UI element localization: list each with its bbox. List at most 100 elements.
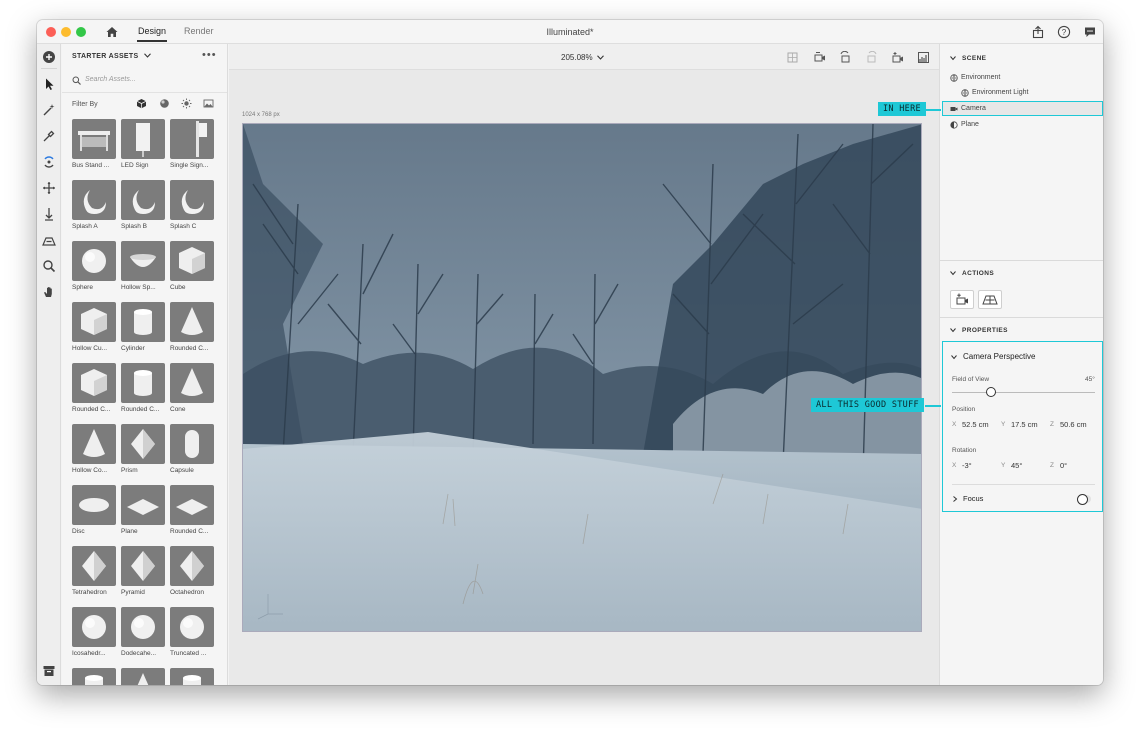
asset-thumbnail	[121, 119, 165, 159]
asset-tile[interactable]: Pyramid	[121, 546, 165, 596]
pan-move-icon[interactable]	[42, 181, 56, 195]
chevron-down-icon[interactable]	[950, 270, 956, 276]
select-tool-icon[interactable]	[42, 77, 56, 91]
divider	[940, 260, 1103, 261]
rotation-x-field[interactable]: -3°	[962, 461, 972, 470]
position-y-field[interactable]: 17.5 cm	[1011, 420, 1038, 429]
asset-label: Splash B	[121, 223, 148, 230]
asset-thumbnail	[72, 363, 116, 403]
asset-thumbnail	[170, 363, 214, 403]
asset-tile[interactable]: Hollow Sp...	[121, 241, 165, 291]
filter-lights-icon[interactable]	[181, 98, 192, 109]
undo-camera-icon[interactable]	[839, 51, 852, 64]
assets-header[interactable]: STARTER ASSETS	[72, 53, 151, 60]
dolly-icon[interactable]	[42, 207, 56, 221]
ground-plane-action-button[interactable]	[978, 290, 1002, 309]
actions-section-title[interactable]: ACTIONS	[962, 270, 994, 277]
magic-wand-icon[interactable]	[42, 103, 56, 117]
position-x-field[interactable]: 52.5 cm	[962, 420, 989, 429]
add-camera-icon[interactable]	[891, 51, 904, 64]
chevron-down-icon[interactable]	[951, 354, 957, 360]
asset-tile[interactable]: Truncated ...	[170, 607, 214, 657]
camera-bookmark-icon[interactable]	[813, 51, 826, 64]
asset-tile[interactable]: Single Sign...	[170, 119, 214, 169]
more-options-button[interactable]: •••	[202, 49, 217, 61]
asset-label: Bus Stand ...	[72, 162, 110, 169]
scene-section-title[interactable]: SCENE	[962, 55, 986, 62]
archive-icon[interactable]	[42, 664, 56, 678]
ground-plane-icon[interactable]	[42, 233, 56, 247]
feedback-icon[interactable]	[1083, 25, 1097, 39]
focus-toggle[interactable]	[1077, 494, 1091, 505]
asset-tile[interactable]: Disc	[72, 485, 116, 535]
filter-materials-icon[interactable]	[159, 98, 170, 109]
asset-tile[interactable]: Rounded C...	[72, 363, 116, 413]
asset-tile[interactable]	[121, 668, 165, 685]
histogram-icon[interactable]	[917, 51, 930, 64]
chevron-down-icon[interactable]	[950, 327, 956, 333]
scene-canvas[interactable]	[242, 123, 922, 632]
scene-item-environment[interactable]: Environment	[961, 74, 1000, 81]
asset-tile[interactable]: Cylinder	[121, 302, 165, 352]
add-icon[interactable]	[42, 50, 56, 64]
zoom-level[interactable]: 205.08%	[561, 53, 604, 62]
asset-tile[interactable]: Octahedron	[170, 546, 214, 596]
fov-slider-knob[interactable]	[985, 387, 996, 397]
help-icon[interactable]: ?	[1057, 25, 1071, 39]
add-camera-action-button[interactable]	[950, 290, 974, 309]
asset-label: Pyramid	[121, 589, 145, 596]
fov-value[interactable]: 45°	[1085, 376, 1095, 383]
chevron-right-icon[interactable]	[952, 496, 958, 502]
scene-item-camera[interactable]: Camera	[961, 105, 986, 112]
zoom-tool-icon[interactable]	[42, 259, 56, 273]
asset-tile[interactable]: Hollow Cu...	[72, 302, 116, 352]
camera-perspective-title[interactable]: Camera Perspective	[963, 352, 1035, 361]
asset-tile[interactable]: Icosahedr...	[72, 607, 116, 657]
asset-tile[interactable]: Dodecahe...	[121, 607, 165, 657]
share-icon[interactable]	[1031, 25, 1045, 39]
asset-tile[interactable]: LED Sign	[121, 119, 165, 169]
search-assets-field[interactable]: Search Assets...	[72, 74, 217, 88]
asset-thumbnail	[170, 241, 214, 281]
asset-label: Splash A	[72, 223, 98, 230]
filter-models-icon[interactable]	[136, 98, 147, 109]
rotation-z-field[interactable]: 0°	[1060, 461, 1067, 470]
asset-tile[interactable]	[170, 668, 214, 685]
orbit-icon[interactable]	[42, 155, 56, 169]
fov-slider-track[interactable]	[952, 392, 1095, 393]
asset-thumbnail	[121, 241, 165, 281]
hand-tool-icon[interactable]	[42, 285, 56, 299]
chevron-down-icon[interactable]	[950, 55, 956, 61]
scene-item-environment-light[interactable]: Environment Light	[972, 89, 1028, 96]
frame-icon[interactable]	[786, 51, 799, 64]
rotation-z-axis: Z	[1050, 462, 1054, 469]
asset-tile[interactable]: Rounded C...	[121, 363, 165, 413]
asset-tile[interactable]	[72, 668, 116, 685]
asset-tile[interactable]: Sphere	[72, 241, 116, 291]
properties-section-title[interactable]: PROPERTIES	[962, 327, 1008, 334]
filter-images-icon[interactable]	[203, 98, 214, 109]
asset-tile[interactable]: Bus Stand ...	[72, 119, 116, 169]
asset-tile[interactable]: Rounded C...	[170, 485, 214, 535]
rotation-y-field[interactable]: 45°	[1011, 461, 1022, 470]
redo-camera-icon[interactable]	[865, 51, 878, 64]
starter-assets-panel: STARTER ASSETS ••• Search Assets... Filt…	[62, 44, 228, 685]
asset-tile[interactable]: Cube	[170, 241, 214, 291]
asset-tile[interactable]: Hollow Co...	[72, 424, 116, 474]
asset-tile[interactable]: Splash A	[72, 180, 116, 230]
viewport-toolbar: 205.08%	[229, 44, 939, 70]
asset-tile[interactable]: Cone	[170, 363, 214, 413]
asset-thumbnail	[121, 546, 165, 586]
eyedropper-icon[interactable]	[42, 129, 56, 143]
asset-label: Truncated ...	[170, 650, 207, 657]
asset-tile[interactable]: Capsule	[170, 424, 214, 474]
asset-tile[interactable]: Plane	[121, 485, 165, 535]
asset-tile[interactable]: Splash C	[170, 180, 214, 230]
asset-tile[interactable]: Tetrahedron	[72, 546, 116, 596]
position-z-field[interactable]: 50.6 cm	[1060, 420, 1087, 429]
asset-tile[interactable]: Splash B	[121, 180, 165, 230]
focus-label[interactable]: Focus	[963, 494, 983, 503]
asset-tile[interactable]: Rounded C...	[170, 302, 214, 352]
asset-tile[interactable]: Prism	[121, 424, 165, 474]
scene-item-plane[interactable]: Plane	[961, 121, 979, 128]
